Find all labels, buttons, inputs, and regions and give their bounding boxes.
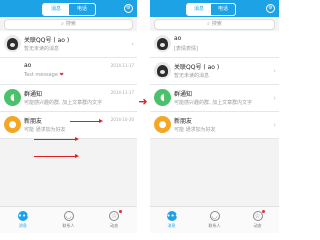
item-name: 新朋友 bbox=[174, 118, 193, 125]
top-bar: 消息 电话 ⚙ bbox=[0, 0, 137, 17]
list-item[interactable]: ● 新朋友 可能 通求加为好友 2014-10-30 bbox=[0, 112, 137, 139]
star-icon: ☆ bbox=[252, 211, 263, 221]
right-arrow-icon: ➜ bbox=[138, 95, 148, 108]
item-name: 新朋友 bbox=[24, 118, 43, 125]
gear-icon[interactable]: ⚙ bbox=[124, 4, 133, 13]
item-preview: 可能感兴趣的群, 加上文章群内文字 bbox=[174, 100, 253, 106]
tab-messages[interactable]: 消息 bbox=[187, 4, 211, 15]
bottom-tab-bar: ••• 消息 ◡ 联系人 ☆ 动态 bbox=[150, 206, 279, 233]
avatar bbox=[4, 62, 21, 79]
annotation-arrow bbox=[34, 137, 79, 141]
contacts-icon: ◡ bbox=[209, 211, 220, 221]
bottom-tab-feed[interactable]: ☆ 动态 bbox=[236, 207, 279, 233]
bottom-tab-contacts[interactable]: ◡ 联系人 bbox=[46, 207, 92, 233]
search-icon: ⌕ bbox=[207, 21, 210, 27]
gear-icon[interactable]: ⚙ bbox=[266, 4, 275, 13]
avatar bbox=[154, 62, 171, 79]
search-input[interactable]: ⌕ 搜索 bbox=[4, 19, 133, 30]
bottom-tab-contacts[interactable]: ◡ 联系人 bbox=[193, 207, 236, 233]
item-time: 2014-11-17 bbox=[110, 63, 134, 68]
top-bar: 消息 电话 ⚙ bbox=[150, 0, 279, 17]
bottom-tab-messages[interactable]: ••• 消息 bbox=[150, 207, 193, 233]
chevron-right-icon: › bbox=[273, 94, 276, 102]
item-preview: 暂无未读的消息 bbox=[24, 46, 60, 52]
star-icon: ☆ bbox=[109, 211, 120, 221]
chevron-right-icon: › bbox=[273, 67, 276, 75]
conversation-list: 关联QQ号 ( ao ) 暂无未读的消息 › ao Test message ❤… bbox=[0, 31, 137, 139]
item-name: 群通知 bbox=[174, 91, 193, 98]
tab-phone[interactable]: 电话 bbox=[69, 4, 95, 15]
heart-icon: ❤ bbox=[59, 72, 64, 78]
item-preview: [表情表情] bbox=[174, 46, 198, 52]
item-name: 关联QQ号 ( ao ) bbox=[174, 64, 220, 71]
list-item[interactable]: 关联QQ号 ( ao ) 暂无未读的消息 › bbox=[0, 31, 137, 58]
item-name: 关联QQ号 ( ao ) bbox=[24, 37, 70, 44]
item-preview: Test message ❤ bbox=[24, 72, 64, 78]
search-icon: ⌕ bbox=[61, 21, 64, 27]
chat-bubble-icon: ••• bbox=[166, 211, 179, 221]
list-item[interactable]: ao Test message ❤ 2014-11-17 bbox=[0, 58, 137, 85]
annotation-arrow bbox=[70, 119, 103, 123]
item-name: ao bbox=[24, 62, 32, 69]
tab-phone[interactable]: 电话 bbox=[211, 4, 235, 15]
person-icon: ● bbox=[154, 116, 171, 133]
notification-dot bbox=[118, 210, 122, 213]
list-item[interactable]: ● 新朋友 可能 通求加为好友 › bbox=[150, 112, 279, 139]
item-preview: 可能感兴趣的群, 加上文章群内文字 bbox=[24, 100, 103, 106]
bottom-tab-feed[interactable]: ☆ 动态 bbox=[91, 207, 137, 233]
list-item[interactable]: ao [表情表情] bbox=[150, 31, 279, 58]
person-icon: ● bbox=[4, 116, 21, 133]
bottom-tab-bar: ••• 消息 ◡ 联系人 ☆ 动态 bbox=[0, 206, 137, 233]
chat-bubble-icon: ••• bbox=[17, 211, 31, 221]
item-name: ao bbox=[174, 35, 182, 42]
segmented-tabs: 消息 电话 bbox=[42, 3, 96, 16]
chevron-right-icon: › bbox=[131, 40, 134, 48]
item-preview: 可能 通求加为好友 bbox=[24, 127, 66, 133]
tab-messages[interactable]: 消息 bbox=[43, 4, 69, 15]
right-phone-screen: 消息 电话 ⚙ ⌕ 搜索 ao [表情表情] 关联QQ号 ( ao ) 暂无未读的… bbox=[150, 0, 279, 233]
chevron-right-icon: › bbox=[273, 121, 276, 129]
avatar bbox=[154, 35, 171, 52]
search-input[interactable]: ⌕ 搜索 bbox=[154, 19, 275, 30]
list-item[interactable]: 关联QQ号 ( ao ) 暂无未读的消息 › bbox=[150, 58, 279, 85]
avatar bbox=[4, 35, 21, 52]
left-phone-screen: 消息 电话 ⚙ ⌕ 搜索 关联QQ号 ( ao ) 暂无未读的消息 › ao Te… bbox=[0, 0, 137, 233]
annotation-arrow bbox=[34, 154, 79, 158]
contacts-icon: ◡ bbox=[63, 211, 74, 221]
list-item[interactable]: ◖ 群通知 可能感兴趣的群, 加上文章群内文字 2014-11-17 bbox=[0, 85, 137, 112]
item-time: 2014-11-17 bbox=[110, 90, 134, 95]
speaker-icon: ◖ bbox=[154, 89, 171, 106]
list-item[interactable]: ◖ 群通知 可能感兴趣的群, 加上文章群内文字 › bbox=[150, 85, 279, 112]
bottom-tab-messages[interactable]: ••• 消息 bbox=[0, 207, 46, 233]
item-name: 群通知 bbox=[24, 91, 43, 98]
item-preview: 可能 通求加为好友 bbox=[174, 127, 216, 133]
speaker-icon: ◖ bbox=[4, 89, 21, 106]
item-preview: 暂无未读的消息 bbox=[174, 73, 210, 79]
segmented-tabs: 消息 电话 bbox=[186, 3, 236, 16]
notification-dot bbox=[261, 210, 265, 213]
conversation-list: ao [表情表情] 关联QQ号 ( ao ) 暂无未读的消息 › ◖ 群通知 可… bbox=[150, 31, 279, 139]
item-time: 2014-10-30 bbox=[110, 117, 134, 122]
